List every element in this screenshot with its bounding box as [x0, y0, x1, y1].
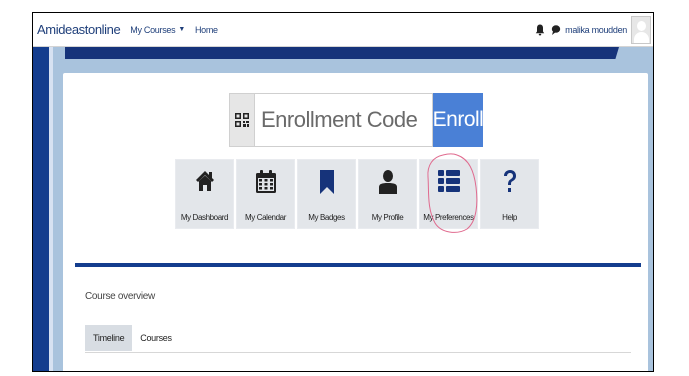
- nav-my-courses[interactable]: My Courses ▼: [130, 25, 185, 35]
- nav-home[interactable]: Home: [195, 25, 218, 35]
- tabs-divider: [85, 352, 631, 353]
- tile-my-dashboard[interactable]: My Dashboard: [175, 159, 234, 229]
- tile-label: My Dashboard: [180, 213, 229, 222]
- tab-courses[interactable]: Courses: [132, 325, 179, 351]
- chat-icon[interactable]: [551, 24, 561, 36]
- brand-link[interactable]: Amideastonline: [33, 22, 121, 37]
- quick-links: My Dashboard My Calendar My Badges My Pr…: [175, 159, 541, 229]
- top-navbar: Amideastonline My Courses ▼ Home malika …: [33, 13, 653, 47]
- avatar-body: [634, 32, 649, 43]
- username[interactable]: malika moudden: [565, 25, 627, 35]
- header-banner: [65, 47, 583, 59]
- avatar[interactable]: [631, 16, 651, 44]
- home-icon: [195, 171, 214, 191]
- sidebar-stripe: [33, 47, 49, 371]
- caret-down-icon: ▼: [178, 26, 185, 33]
- tile-my-calendar[interactable]: My Calendar: [236, 159, 295, 229]
- browser-frame: Amideastonline My Courses ▼ Home malika …: [32, 12, 654, 372]
- bookmark-icon: [319, 170, 334, 194]
- tile-help[interactable]: Help: [480, 159, 539, 229]
- header-banner-end: [583, 47, 619, 59]
- nav-my-courses-label: My Courses: [130, 24, 176, 35]
- qr-code-icon: [235, 113, 249, 127]
- tile-label: My Badges: [308, 213, 345, 222]
- enrollment-code-input[interactable]: Enrollment Code: [255, 93, 433, 147]
- user-icon: [378, 170, 397, 194]
- course-overview-card: [75, 263, 641, 371]
- tile-label: My Calendar: [245, 213, 286, 222]
- enroll-button[interactable]: Enroll: [433, 93, 484, 147]
- avatar-head: [637, 21, 646, 31]
- qr-scan-button[interactable]: [229, 93, 255, 147]
- enroll-form: Enrollment Code Enroll: [229, 93, 484, 147]
- question-icon: [503, 170, 516, 192]
- pen-highlight-annotation: [427, 153, 478, 233]
- tile-my-badges[interactable]: My Badges: [297, 159, 356, 229]
- course-overview-tabs: Timeline Courses: [85, 325, 180, 351]
- tile-my-profile[interactable]: My Profile: [358, 159, 417, 229]
- bell-icon[interactable]: [535, 24, 545, 36]
- user-menu: malika moudden: [535, 13, 651, 47]
- tab-timeline[interactable]: Timeline: [85, 325, 133, 351]
- tile-label: Help: [502, 213, 517, 222]
- course-overview-title: Course overview: [85, 291, 155, 302]
- tile-label: My Profile: [371, 213, 404, 222]
- calendar-icon: [255, 170, 276, 193]
